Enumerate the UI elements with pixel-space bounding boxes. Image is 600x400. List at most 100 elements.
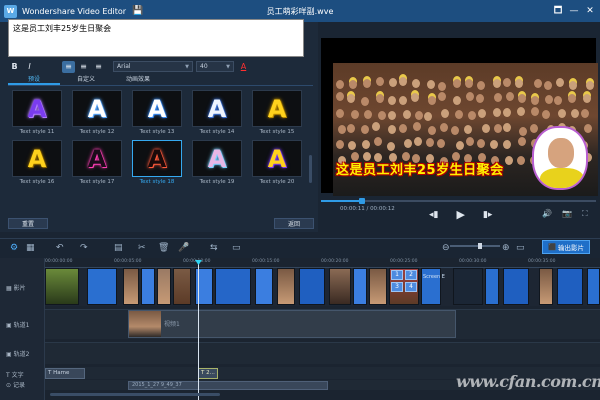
playhead-line[interactable]: [198, 262, 199, 400]
grid-icon[interactable]: ▦: [26, 243, 35, 253]
text-style-tile[interactable]: A: [132, 140, 182, 177]
video-clip[interactable]: [587, 268, 600, 305]
clip-number-label: 3: [391, 282, 403, 292]
crowd-head: [360, 96, 369, 106]
italic-button[interactable]: I: [23, 61, 36, 73]
crowd-head: [346, 124, 355, 134]
video-clip[interactable]: [369, 268, 387, 305]
bold-button[interactable]: B: [8, 61, 21, 73]
zoom-out-icon[interactable]: ⊖: [442, 243, 450, 253]
film-icon: ▦: [6, 285, 12, 292]
video-clip[interactable]: [215, 268, 251, 305]
settings-icon[interactable]: ⚙: [10, 243, 18, 253]
video-clip[interactable]: [157, 268, 171, 305]
video-clip[interactable]: [277, 268, 295, 305]
fit-icon[interactable]: ▭: [516, 243, 525, 253]
crowd-head: [476, 93, 485, 103]
fullscreen-icon[interactable]: ⛶: [582, 209, 588, 219]
undo-icon[interactable]: ↶: [56, 243, 64, 253]
ruler-tick-label: 00:00:00:00: [45, 259, 73, 264]
video-track[interactable]: Screen E 1234: [45, 268, 600, 306]
restore-icon[interactable]: 🗖: [550, 3, 566, 19]
crowd-head: [348, 141, 357, 151]
crowd-head: [502, 78, 511, 88]
zoom-in-icon[interactable]: ⊕: [502, 243, 510, 253]
prev-frame-icon[interactable]: ◂▮: [429, 210, 438, 220]
text-input[interactable]: 这是员工刘丰25岁生日聚会: [8, 19, 304, 57]
back-button[interactable]: 返回: [274, 218, 314, 229]
timeline-ruler[interactable]: 00:00:00:0000:00:05:0000:00:10:0000:00:1…: [45, 259, 600, 268]
video-clip[interactable]: [353, 268, 367, 305]
transition-icon[interactable]: ⇆: [210, 243, 218, 253]
text-style-tile[interactable]: A: [252, 140, 302, 177]
mic-icon[interactable]: 🎤: [178, 243, 189, 253]
timeline-scrollbar[interactable]: [50, 393, 220, 396]
crowd-head: [362, 79, 371, 89]
text-style-tile[interactable]: A: [192, 140, 242, 177]
text-style-tile[interactable]: A: [72, 140, 122, 177]
video-clip[interactable]: [123, 268, 139, 305]
pip-clip[interactable]: 视频1: [128, 310, 456, 338]
edit-icon[interactable]: ▤: [114, 243, 123, 253]
crowd-head: [424, 111, 433, 121]
next-frame-icon[interactable]: ▮▸: [483, 210, 492, 220]
font-size-select[interactable]: 40 ▼: [196, 61, 234, 72]
video-clip[interactable]: [299, 268, 325, 305]
font-color-button[interactable]: A: [237, 61, 250, 73]
style-grid-scrollbar[interactable]: [309, 155, 312, 183]
text-style-tile[interactable]: A: [132, 90, 182, 127]
video-clip[interactable]: [173, 268, 191, 305]
redo-icon[interactable]: ↷: [80, 243, 88, 253]
video-clip[interactable]: [539, 268, 553, 305]
zoom-slider[interactable]: [450, 245, 500, 247]
volume-icon[interactable]: 🔊: [542, 209, 552, 219]
video-clip[interactable]: [141, 268, 155, 305]
text-clip[interactable]: T Hame: [45, 368, 85, 379]
align-left-button[interactable]: ≡: [62, 60, 75, 73]
video-clip[interactable]: [255, 268, 273, 305]
video-clip[interactable]: [87, 268, 117, 305]
tab-1[interactable]: 自定义: [60, 75, 112, 85]
video-clip[interactable]: [503, 268, 529, 305]
zoom-slider-knob[interactable]: [478, 243, 482, 249]
style-preview-glyph: A: [27, 144, 47, 173]
text-style-tile[interactable]: A: [252, 90, 302, 127]
preview-progress-bar[interactable]: [321, 198, 596, 204]
style-preview-glyph: A: [87, 144, 107, 173]
tab-2[interactable]: 动画效果: [112, 75, 164, 85]
crowd-head: [533, 78, 542, 88]
text-clip-selected[interactable]: T 2...: [198, 368, 218, 379]
record-clip[interactable]: 2015_1_27 9_49_37: [128, 381, 328, 390]
align-center-button[interactable]: ≡: [77, 61, 90, 73]
video-clip[interactable]: [329, 268, 351, 305]
align-right-button[interactable]: ≡: [92, 61, 105, 73]
text-style-tile[interactable]: A: [192, 90, 242, 127]
crowd-head: [387, 141, 396, 151]
text-style-tile[interactable]: A: [12, 90, 62, 127]
progress-knob[interactable]: [359, 198, 366, 204]
cut-icon[interactable]: ✂: [138, 243, 146, 253]
track-label-text-text: 文字: [11, 372, 24, 379]
reset-button[interactable]: 重置: [8, 218, 48, 229]
crowd-head: [568, 80, 577, 90]
ruler-tick-label: 00:00:25:00: [390, 259, 418, 264]
text-style-tile[interactable]: A: [72, 90, 122, 127]
tab-0[interactable]: 预设: [8, 75, 60, 85]
delete-icon[interactable]: 🗑: [158, 243, 169, 253]
text-style-tile[interactable]: A: [12, 140, 62, 177]
text-style-label: Text style 19: [199, 179, 235, 185]
video-clip[interactable]: [453, 268, 483, 305]
snapshot-icon[interactable]: 📷: [562, 209, 572, 219]
track-2[interactable]: [45, 342, 600, 364]
video-clip[interactable]: [485, 268, 499, 305]
video-clip[interactable]: [557, 268, 583, 305]
caption-icon[interactable]: ▭: [232, 243, 241, 253]
export-button[interactable]: ⬛ 输出影片: [542, 240, 590, 254]
minimize-icon[interactable]: —: [566, 3, 582, 19]
font-select[interactable]: Arial ▼: [113, 61, 193, 72]
play-icon[interactable]: ▶: [456, 208, 464, 221]
save-icon[interactable]: 💾: [132, 6, 143, 16]
close-icon[interactable]: ✕: [582, 3, 598, 19]
video-clip[interactable]: [45, 268, 79, 305]
crowd-head: [492, 79, 501, 88]
